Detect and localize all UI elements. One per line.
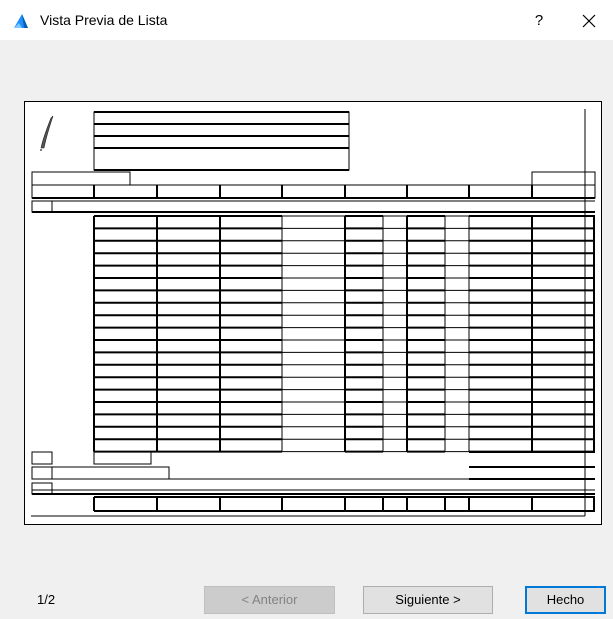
help-icon: ? [534,12,544,29]
footer-cell [31,451,53,465]
footer-cell [31,482,53,495]
header-right-cell [531,171,596,186]
help-button[interactable]: ? [524,6,554,36]
archicad-logo-icon [14,14,28,28]
close-button[interactable] [570,6,606,36]
feather-pen-icon [40,115,54,149]
list-preview-page [24,101,602,525]
previous-button[interactable]: < Anterior [204,586,335,614]
list-preview-drawing [31,109,596,517]
next-button[interactable]: Siguiente > [363,586,493,614]
close-icon [582,14,596,28]
footer-cell [93,451,152,465]
title-bar: Vista Previa de Lista ? [0,0,613,40]
footer-cell [51,466,170,480]
window-title: Vista Previa de Lista [40,12,168,28]
page-indicator: 1/2 [37,592,56,607]
group-cell [31,200,53,213]
header-subcell [31,171,131,186]
column-header-row [31,184,596,199]
done-button[interactable]: Hecho [525,586,606,614]
header-title-block [93,111,350,171]
footer-cell [31,466,53,480]
